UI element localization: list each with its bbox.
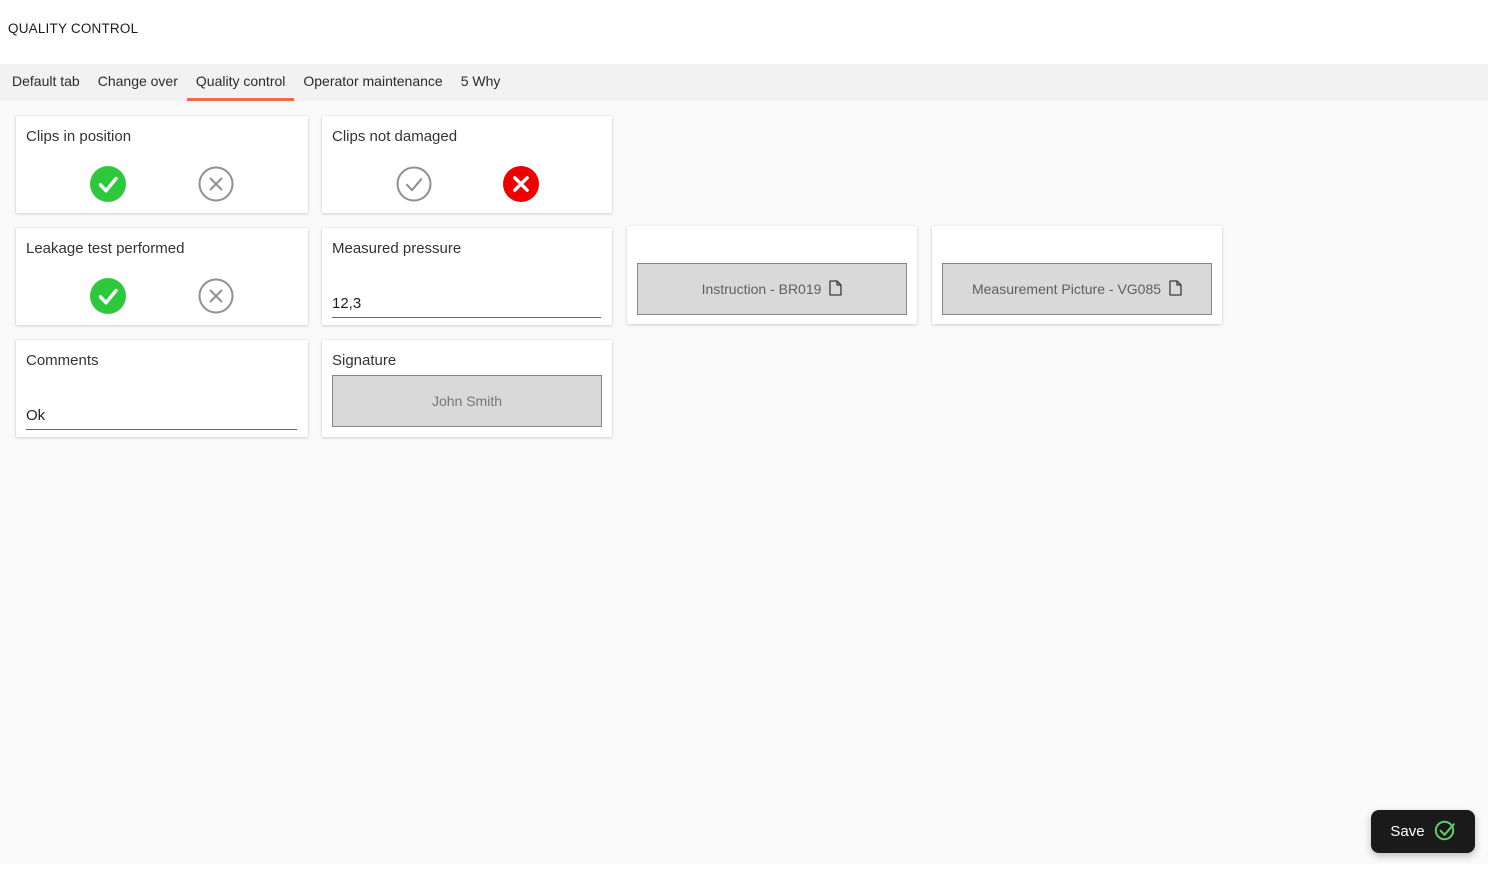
card-instruction: Instruction - BR019 xyxy=(627,226,917,324)
card-label: Comments xyxy=(26,352,99,369)
fail-choice-selected-icon[interactable] xyxy=(502,166,539,202)
card-label: Clips in position xyxy=(26,128,132,145)
pass-choice-selected-icon[interactable] xyxy=(90,166,126,202)
quality-control-screen: QUALITY CONTROL Default tab Change over … xyxy=(0,0,1488,869)
signature-name: John Smith xyxy=(431,393,503,409)
tab-5-why[interactable]: 5 Why xyxy=(452,64,510,101)
page-title: QUALITY CONTROL xyxy=(8,21,139,36)
pass-fail-choice-row xyxy=(16,278,308,314)
measurement-picture-button-label: Measurement Picture - VG085 xyxy=(971,281,1162,297)
pass-fail-choice-row xyxy=(322,166,612,202)
card-clips-not-damaged: Clips not damaged xyxy=(322,116,612,213)
pass-choice-unselected-icon[interactable] xyxy=(396,166,432,202)
bottom-edge xyxy=(0,864,1488,869)
card-label: Clips not damaged xyxy=(332,128,458,145)
document-icon xyxy=(1169,279,1182,299)
card-label: Measured pressure xyxy=(332,240,462,257)
instruction-document-button[interactable]: Instruction - BR019 xyxy=(637,263,907,315)
measured-pressure-input[interactable] xyxy=(332,293,601,318)
tab-default-tab[interactable]: Default tab xyxy=(3,64,89,101)
save-button[interactable]: Save xyxy=(1371,810,1475,853)
card-clips-in-position: Clips in position xyxy=(16,116,308,213)
pass-choice-selected-icon[interactable] xyxy=(90,278,126,314)
tab-quality-control[interactable]: Quality control xyxy=(186,64,295,101)
card-leakage-test-performed: Leakage test performed xyxy=(16,228,308,325)
card-comments: Comments xyxy=(16,340,308,437)
fail-choice-unselected-icon[interactable] xyxy=(198,166,234,202)
content-area xyxy=(0,101,1488,864)
comments-input[interactable] xyxy=(26,405,297,430)
measurement-picture-button[interactable]: Measurement Picture - VG085 xyxy=(942,263,1212,315)
card-measurement-picture: Measurement Picture - VG085 xyxy=(932,226,1222,324)
card-signature: Signature John Smith xyxy=(322,340,612,437)
tab-change-over[interactable]: Change over xyxy=(89,64,187,101)
card-measured-pressure: Measured pressure xyxy=(322,228,612,325)
pass-fail-choice-row xyxy=(16,166,308,202)
save-button-label: Save xyxy=(1390,823,1425,840)
document-icon xyxy=(829,279,843,299)
circle-check-icon xyxy=(1434,819,1456,845)
fail-choice-unselected-icon[interactable] xyxy=(198,278,234,314)
card-label: Leakage test performed xyxy=(26,240,185,257)
tab-bar: Default tab Change over Quality control … xyxy=(0,64,1488,101)
card-label: Signature xyxy=(332,352,397,369)
instruction-button-label: Instruction - BR019 xyxy=(701,281,822,297)
tab-operator-maintenance[interactable]: Operator maintenance xyxy=(294,64,451,101)
signature-button[interactable]: John Smith xyxy=(332,375,602,427)
